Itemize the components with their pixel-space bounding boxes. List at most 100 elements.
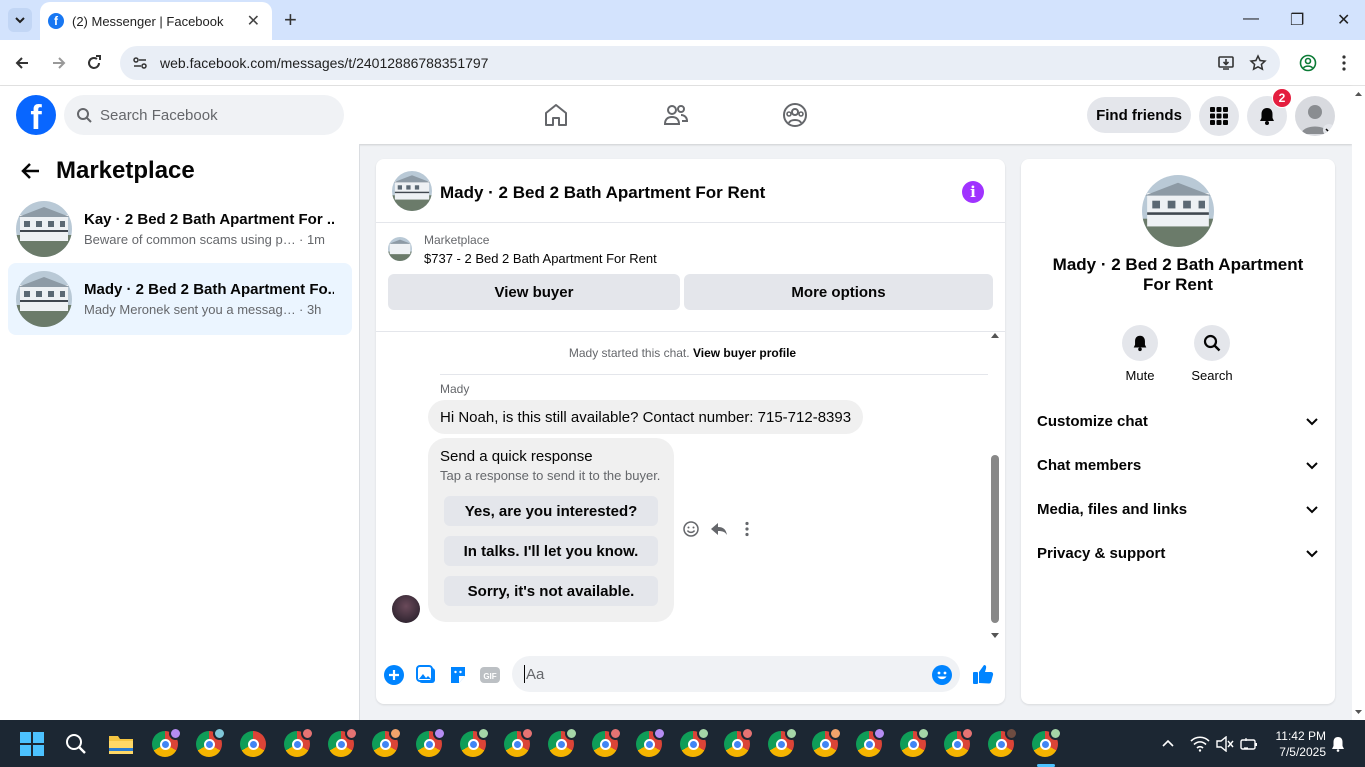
quick-response-card: Send a quick response Tap a response to … bbox=[428, 438, 674, 622]
search-conversation-button[interactable]: Search bbox=[1182, 325, 1242, 383]
chrome-taskbar-icon[interactable] bbox=[152, 727, 182, 757]
find-friends-button[interactable]: Find friends bbox=[1087, 97, 1191, 133]
conversation-item-kay[interactable]: Kay · 2 Bed 2 Bath Apartment For ... Bew… bbox=[8, 193, 352, 265]
chrome-taskbar-icon[interactable] bbox=[812, 727, 842, 757]
info-icon[interactable]: i bbox=[962, 181, 984, 203]
chrome-taskbar-icon[interactable] bbox=[944, 727, 974, 757]
chrome-taskbar-icon[interactable] bbox=[724, 727, 754, 757]
gif-icon[interactable]: GIF bbox=[480, 665, 500, 685]
address-bar[interactable]: web.facebook.com/messages/t/240128867883… bbox=[120, 46, 1280, 80]
friends-icon[interactable] bbox=[662, 101, 690, 129]
home-icon[interactable] bbox=[542, 101, 570, 129]
reload-button[interactable] bbox=[83, 52, 105, 74]
browser-toolbar: web.facebook.com/messages/t/240128867883… bbox=[0, 40, 1365, 86]
quick-response-yes[interactable]: Yes, are you interested? bbox=[444, 496, 658, 526]
chat-scrollbar[interactable] bbox=[989, 331, 1001, 641]
back-arrow-icon[interactable] bbox=[20, 160, 42, 182]
battery-icon[interactable] bbox=[1240, 736, 1258, 752]
taskbar-search-icon[interactable] bbox=[64, 732, 88, 756]
chrome-taskbar-icon[interactable] bbox=[636, 727, 666, 757]
details-avatar[interactable] bbox=[1142, 175, 1214, 247]
chat-title[interactable]: Mady · 2 Bed 2 Bath Apartment For Rent bbox=[440, 183, 765, 203]
windows-start-icon[interactable] bbox=[20, 732, 44, 756]
install-app-icon[interactable] bbox=[1215, 52, 1237, 74]
chrome-taskbar-icon[interactable] bbox=[592, 727, 622, 757]
customize-chat-section[interactable]: Customize chat bbox=[1037, 401, 1319, 441]
chat-started-text: Mady started this chat. bbox=[568, 346, 690, 360]
url-text: web.facebook.com/messages/t/240128867883… bbox=[160, 55, 489, 71]
wifi-icon[interactable] bbox=[1190, 736, 1210, 752]
emoji-icon[interactable] bbox=[932, 665, 952, 685]
close-window-icon[interactable]: ✕ bbox=[1337, 10, 1350, 30]
chat-started-notice: Mady started this chat. View buyer profi… bbox=[376, 346, 989, 360]
browser-tab[interactable]: f (2) Messenger | Facebook ✕ bbox=[40, 2, 272, 40]
volume-muted-icon[interactable] bbox=[1216, 736, 1234, 752]
chat-panel: Mady · 2 Bed 2 Bath Apartment For Rent i… bbox=[376, 159, 1005, 704]
plus-circle-icon[interactable] bbox=[384, 665, 404, 685]
media-files-links-section[interactable]: Media, files and links bbox=[1037, 489, 1319, 529]
site-info-icon[interactable] bbox=[132, 55, 148, 71]
message-input[interactable]: Aa bbox=[512, 656, 960, 692]
reload-icon bbox=[88, 55, 101, 69]
profile-icon[interactable] bbox=[1297, 52, 1319, 74]
view-buyer-profile-link[interactable]: View buyer profile bbox=[693, 346, 796, 360]
photo-icon[interactable] bbox=[416, 665, 436, 685]
chevron-up-icon[interactable] bbox=[1160, 736, 1176, 752]
facebook-search-input[interactable]: Search Facebook bbox=[64, 95, 344, 135]
chrome-taskbar-icon[interactable] bbox=[768, 727, 798, 757]
chrome-taskbar-icon[interactable] bbox=[416, 727, 446, 757]
menu-grid-button[interactable] bbox=[1199, 96, 1239, 136]
facebook-favicon-icon: f bbox=[48, 13, 64, 29]
thumbs-up-icon[interactable] bbox=[972, 663, 994, 685]
message-bubble[interactable]: Hi Noah, is this still available? Contac… bbox=[428, 400, 864, 434]
tab-search-button[interactable] bbox=[8, 8, 32, 32]
taskbar-clock[interactable]: 11:42 PM 7/5/2025 bbox=[1262, 728, 1326, 760]
conversation-item-mady[interactable]: Mady · 2 Bed 2 Bath Apartment Fo... Mady… bbox=[8, 263, 352, 335]
chrome-taskbar-icon[interactable] bbox=[196, 727, 226, 757]
page-scrollbar[interactable] bbox=[1352, 86, 1365, 720]
notification-center-icon[interactable] bbox=[1331, 736, 1345, 752]
chrome-taskbar-icon[interactable] bbox=[372, 727, 402, 757]
quick-response-not-available[interactable]: Sorry, it's not available. bbox=[444, 576, 658, 606]
conversation-time: · 3h bbox=[299, 302, 322, 317]
chrome-taskbar-icon[interactable] bbox=[548, 727, 578, 757]
chat-members-section[interactable]: Chat members bbox=[1037, 445, 1319, 485]
chrome-taskbar-icon-active[interactable] bbox=[1032, 727, 1062, 757]
minimize-icon[interactable]: — bbox=[1243, 10, 1259, 28]
chrome-taskbar-icon[interactable] bbox=[240, 731, 266, 757]
restore-icon[interactable]: ❐ bbox=[1290, 10, 1304, 30]
file-explorer-icon[interactable] bbox=[108, 731, 134, 757]
more-options-button[interactable]: More options bbox=[684, 274, 993, 310]
chat-avatar[interactable] bbox=[392, 171, 432, 211]
bookmark-star-icon[interactable] bbox=[1247, 52, 1269, 74]
chrome-taskbar-icon[interactable] bbox=[856, 727, 886, 757]
reply-icon[interactable] bbox=[710, 520, 728, 538]
section-label: Media, files and links bbox=[1037, 500, 1188, 518]
view-buyer-button[interactable]: View buyer bbox=[388, 274, 680, 310]
close-tab-icon[interactable]: ✕ bbox=[247, 11, 260, 31]
browser-tabstrip: f (2) Messenger | Facebook ✕ + — ❐ ✕ bbox=[0, 0, 1365, 40]
mute-button[interactable]: Mute bbox=[1110, 325, 1170, 383]
facebook-logo[interactable]: f bbox=[16, 95, 56, 135]
chrome-taskbar-icon[interactable] bbox=[328, 727, 358, 757]
divider bbox=[440, 374, 988, 375]
browser-menu-icon[interactable] bbox=[1333, 52, 1355, 74]
listing-thumbnail bbox=[16, 271, 72, 327]
forward-button[interactable] bbox=[48, 52, 70, 74]
scrollbar-thumb[interactable] bbox=[991, 455, 999, 623]
more-dots-icon[interactable] bbox=[738, 520, 756, 538]
privacy-support-section[interactable]: Privacy & support bbox=[1037, 533, 1319, 573]
chrome-taskbar-icon[interactable] bbox=[504, 727, 534, 757]
account-avatar[interactable] bbox=[1295, 96, 1335, 136]
groups-icon[interactable] bbox=[781, 101, 809, 129]
chrome-taskbar-icon[interactable] bbox=[460, 727, 490, 757]
chrome-taskbar-icon[interactable] bbox=[900, 727, 930, 757]
react-emoji-icon[interactable] bbox=[682, 520, 700, 538]
back-button[interactable] bbox=[11, 52, 33, 74]
chrome-taskbar-icon[interactable] bbox=[680, 727, 710, 757]
quick-response-in-talks[interactable]: In talks. I'll let you know. bbox=[444, 536, 658, 566]
new-tab-button[interactable]: + bbox=[284, 9, 297, 31]
chrome-taskbar-icon[interactable] bbox=[284, 727, 314, 757]
sticker-icon[interactable] bbox=[448, 665, 468, 685]
chrome-taskbar-icon[interactable] bbox=[988, 727, 1018, 757]
